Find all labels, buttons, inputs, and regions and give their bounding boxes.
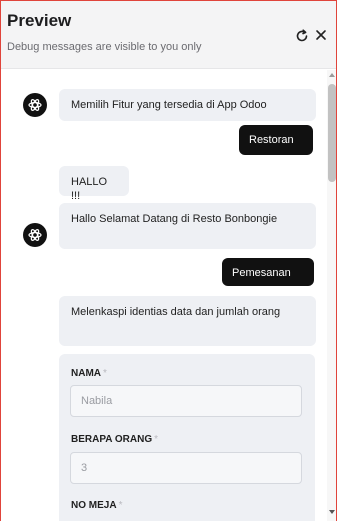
close-icon-glyph [316, 30, 326, 40]
scroll-down-arrow-icon[interactable] [329, 510, 335, 514]
required-mark: * [154, 434, 159, 445]
bot-logo-icon [28, 229, 42, 241]
user-message: Pemesanan [222, 258, 314, 286]
chat-area[interactable]: Memilih Fitur yang tersedia di App Odoo … [1, 70, 326, 521]
close-icon[interactable] [315, 27, 327, 43]
scroll-up-arrow-icon[interactable] [329, 73, 335, 77]
field-label-nama: NAMA * [71, 368, 107, 379]
message-text: Melenkaspi identias data dan jumlah oran… [71, 306, 281, 318]
scroll-thumb[interactable] [328, 84, 336, 182]
bot-message: Hallo Selamat Datang di Resto Bonbongie [59, 203, 316, 249]
bot-message: HALLO !!! [59, 166, 129, 202]
input-placeholder: 3 [81, 462, 88, 474]
field-label-text: BERAPA ORANG [71, 434, 153, 445]
message-text: Pemesanan [232, 267, 291, 279]
user-message: Restoran [239, 125, 313, 155]
preview-header: Preview Debug messages are visible to yo… [1, 1, 336, 69]
field-label-berapa-orang: BERAPA ORANG * [71, 434, 158, 445]
message-text: Hallo Selamat Datang di Resto Bonbongie [71, 213, 278, 225]
refresh-icon[interactable] [295, 29, 309, 47]
required-mark: * [103, 368, 107, 379]
data-form: NAMA * Nabila BERAPA ORANG * 3 NO MEJA * [59, 354, 315, 521]
preview-panel: Preview Debug messages are visible to yo… [0, 0, 337, 521]
panel-title: Preview [7, 11, 72, 30]
bot-message: Memilih Fitur yang tersedia di App Odoo [59, 89, 316, 121]
field-label-no-meja: NO MEJA * [71, 500, 122, 511]
nama-input[interactable]: Nabila [70, 385, 302, 417]
bot-avatar [23, 223, 47, 247]
message-text: HALLO !!! [71, 176, 108, 202]
refresh-icon-glyph [296, 29, 308, 42]
field-label-text: NAMA [71, 368, 101, 379]
message-text: Memilih Fitur yang tersedia di App Odoo [71, 99, 267, 111]
message-text: Restoran [249, 134, 294, 146]
required-mark: * [118, 500, 123, 511]
field-label-text: NO MEJA [71, 500, 117, 511]
berapa-orang-input[interactable]: 3 [70, 452, 302, 484]
panel-subtitle: Debug messages are visible to you only [7, 41, 202, 53]
input-placeholder: Nabila [81, 395, 113, 407]
bot-logo-icon [28, 99, 42, 111]
bot-message: Melenkaspi identias data dan jumlah oran… [59, 296, 316, 346]
bot-avatar [23, 93, 47, 117]
chat-scrollbar[interactable] [327, 70, 336, 521]
